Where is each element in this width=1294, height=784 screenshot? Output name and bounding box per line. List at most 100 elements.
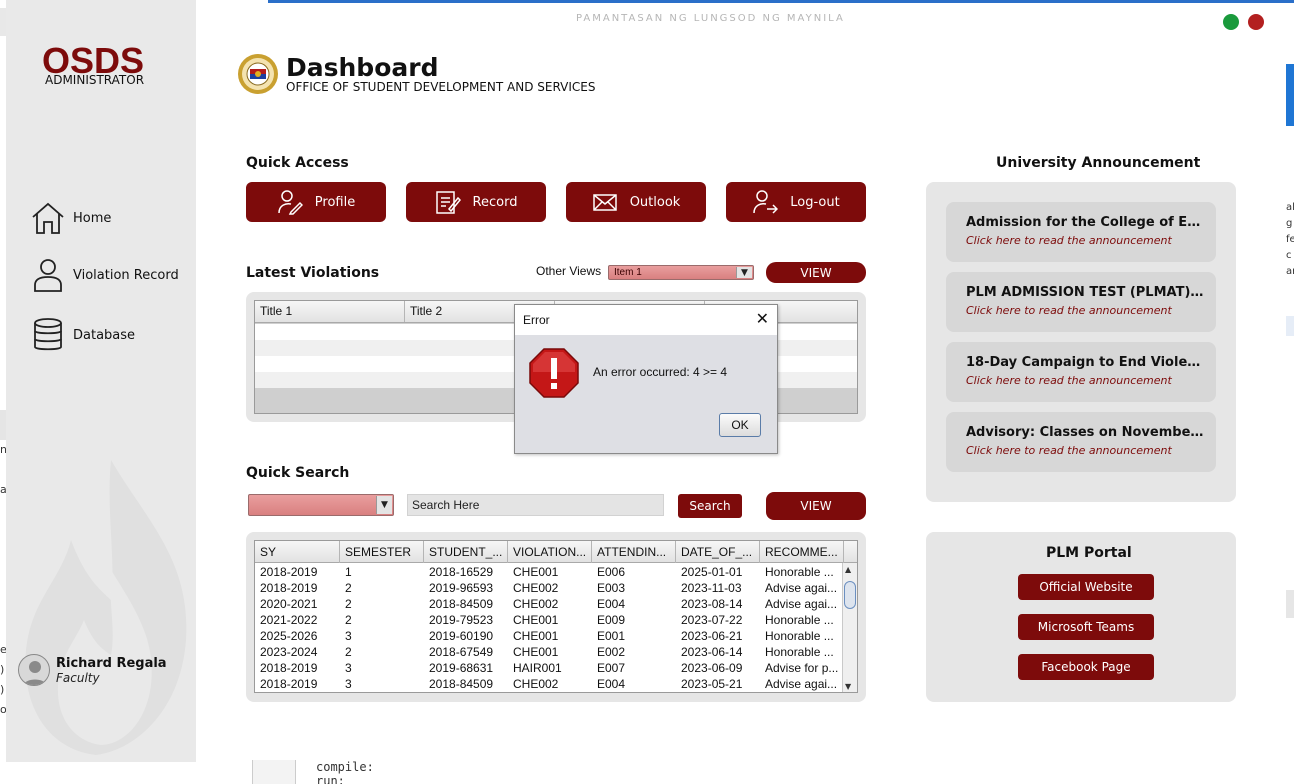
other-views-label: Other Views	[536, 264, 602, 278]
table-row[interactable]: 2025-2026 3 2019-60190 CHE001 E001 2023-06-21…	[255, 628, 843, 644]
search-results-table[interactable]: SY SEMESTER STUDENT_... VIOLATION... ATT…	[254, 540, 858, 693]
official-website-button[interactable]: Official Website	[1018, 574, 1154, 600]
column-header[interactable]: VIOLATION...	[508, 541, 592, 563]
sidebar-item-violation-record[interactable]: Violation Record	[30, 257, 179, 293]
outlook-button[interactable]: Outlook	[566, 182, 706, 222]
flame-watermark-icon	[25, 460, 187, 755]
error-dialog: Error ✕ An error occurred: 4 >= 4 OK	[514, 304, 778, 454]
page-subtitle: OFFICE OF STUDENT DEVELOPMENT AND SERVIC…	[286, 80, 596, 94]
sidebar: OSDS ADMINISTRATOR Home Violation Record…	[6, 0, 196, 762]
announcement-card[interactable]: Admission for the College of Engine... C…	[946, 202, 1216, 262]
mail-icon	[592, 194, 617, 211]
table-row[interactable]: 2023-2024 2 2018-67549 CHE001 E002 2023-06-14…	[255, 644, 843, 660]
search-button[interactable]: Search	[678, 494, 742, 518]
maximize-button[interactable]	[1223, 14, 1239, 30]
chevron-down-icon: ▼	[376, 496, 392, 514]
avatar-person-icon	[23, 661, 47, 685]
background-strip	[1286, 590, 1294, 618]
table-cell: 2	[345, 597, 352, 611]
table-cell: E006	[597, 565, 626, 579]
facebook-page-button[interactable]: Facebook Page	[1018, 654, 1154, 680]
table-cell: 2018-2019	[260, 581, 318, 595]
table-cell: CHE002	[513, 597, 559, 611]
code-line: run:	[316, 774, 345, 784]
table-row[interactable]: 2018-2019 3 2019-68631 HAIR001 E007 2023-06-0…	[255, 660, 843, 676]
table-cell: 2	[345, 645, 352, 659]
announcement-link[interactable]: Click here to read the announcement	[966, 374, 1172, 387]
sidebar-item-home[interactable]: Home	[30, 200, 111, 236]
ok-button[interactable]: OK	[719, 413, 761, 437]
table-row[interactable]: 2021-2022 2 2019-79523 CHE001 E009 2023-07-22…	[255, 612, 843, 628]
vertical-scrollbar[interactable]: ▲ ▼	[842, 563, 857, 692]
code-text: compile: run:	[316, 760, 374, 784]
table-cell: 2018-16529	[429, 565, 494, 579]
table-cell: 2023-06-09	[681, 661, 743, 675]
scroll-up-icon[interactable]: ▲	[845, 565, 851, 574]
column-header[interactable]: SY	[255, 541, 340, 563]
announcement-link[interactable]: Click here to read the announcement	[966, 304, 1172, 317]
table-cell: Honorable ...	[765, 645, 834, 659]
column-header[interactable]: DATE_OF_...	[676, 541, 760, 563]
dialog-title-bar[interactable]: Error ✕	[515, 305, 777, 335]
table-cell: CHE002	[513, 677, 559, 691]
table-cell: E002	[597, 645, 626, 659]
scroll-down-icon[interactable]: ▼	[845, 682, 851, 691]
other-views-value: Item 1	[614, 267, 642, 278]
table-cell: Advise agai...	[765, 677, 838, 691]
sidebar-item-database[interactable]: Database	[30, 317, 135, 353]
table-row[interactable]: 2018-2019 3 2018-84509 CHE002 E004 2023-05-21…	[255, 676, 843, 692]
logout-button[interactable]: Log-out	[726, 182, 866, 222]
profile-button-label: Profile	[314, 194, 356, 210]
latest-view-button[interactable]: VIEW	[766, 262, 866, 283]
scrollbar-thumb[interactable]	[844, 581, 856, 609]
search-filter-dropdown[interactable]: ▼	[248, 494, 394, 516]
table-row[interactable]: 2018-2019 2 2019-96593 CHE002 E003 2023-11-03…	[255, 580, 843, 596]
table-cell: 1	[345, 565, 352, 579]
announcement-card[interactable]: PLM ADMISSION TEST (PLMAT) 20... Click h…	[946, 272, 1216, 332]
table-cell: E007	[597, 661, 626, 675]
sidebar-item-label: Database	[73, 327, 136, 343]
record-button[interactable]: Record	[406, 182, 546, 222]
announcement-link[interactable]: Click here to read the announcement	[966, 234, 1172, 247]
table-cell: 2023-05-21	[681, 677, 743, 691]
search-input[interactable]: Search Here	[407, 494, 664, 516]
table-row[interactable]: 2018-2019 1 2018-16529 CHE001 E006 2025-01-01…	[255, 564, 843, 580]
user-name: Richard Regala	[56, 655, 167, 671]
column-header[interactable]: STUDENT_...	[424, 541, 508, 563]
table-row[interactable]: 2020-2021 2 2018-84509 CHE002 E004 2023-08-14…	[255, 596, 843, 612]
plm-seal-logo	[238, 54, 278, 94]
table-cell: 2018-2019	[260, 677, 318, 691]
column-header[interactable]: RECOMME...	[760, 541, 844, 563]
table-cell: HAIR001	[513, 661, 562, 675]
quick-access-title: Quick Access	[246, 155, 349, 171]
table-cell: 2023-11-03	[681, 581, 742, 595]
search-view-button[interactable]: VIEW	[766, 492, 866, 520]
table-cell: 2018-2019	[260, 661, 318, 675]
table-cell: Advise for p...	[765, 661, 839, 675]
announcement-link[interactable]: Click here to read the announcement	[966, 444, 1172, 457]
announcement-card[interactable]: 18-Day Campaign to End Violence A... Cli…	[946, 342, 1216, 402]
close-window-button[interactable]	[1248, 14, 1264, 30]
portal-title: PLM Portal	[1046, 545, 1132, 561]
dialog-title: Error	[523, 313, 550, 327]
table-cell: E009	[597, 613, 626, 627]
database-icon	[34, 318, 62, 351]
chevron-down-icon: ▼	[736, 267, 752, 278]
record-icon	[435, 191, 461, 214]
profile-button[interactable]: Profile	[246, 182, 386, 222]
table-cell: Honorable ...	[765, 613, 834, 627]
table-cell: 2019-79523	[429, 613, 494, 627]
announcement-card[interactable]: Advisory: Classes on November 23-2... Cl…	[946, 412, 1216, 472]
user-profile[interactable]: Richard Regala Faculty	[18, 654, 167, 686]
background-blue-block	[1286, 64, 1294, 126]
background-code-editor: compile: run:	[252, 760, 552, 784]
column-header[interactable]: Title 1	[255, 301, 405, 322]
close-icon[interactable]: ✕	[756, 309, 769, 328]
table-cell: 3	[345, 629, 352, 643]
table-cell: 2	[345, 613, 352, 627]
table-cell: CHE001	[513, 565, 559, 579]
column-header[interactable]: SEMESTER	[340, 541, 424, 563]
microsoft-teams-button[interactable]: Microsoft Teams	[1018, 614, 1154, 640]
other-views-dropdown[interactable]: Item 1 ▼	[608, 265, 754, 280]
column-header[interactable]: ATTENDIN...	[592, 541, 676, 563]
